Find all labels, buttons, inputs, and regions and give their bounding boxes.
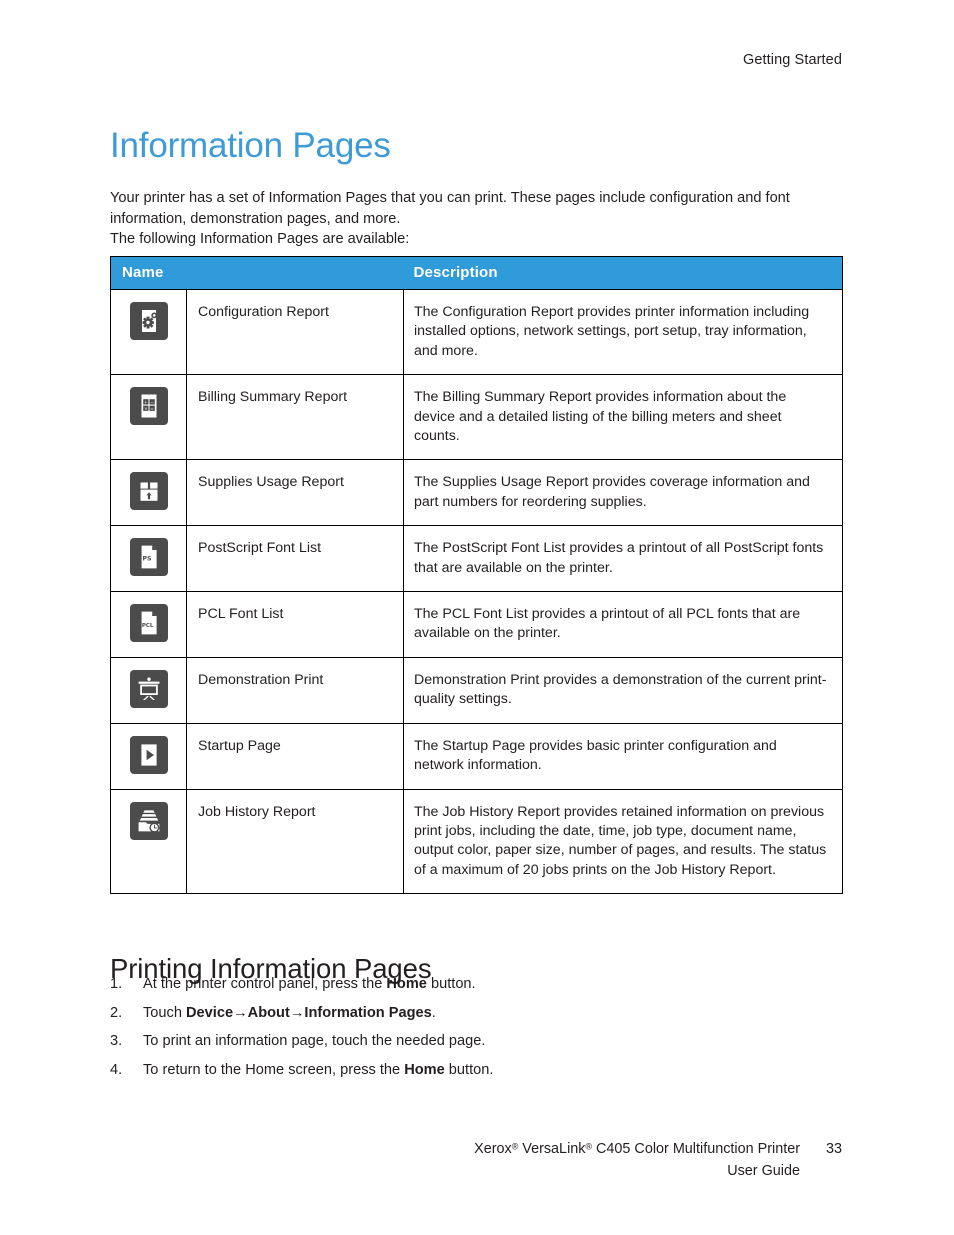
table-cell-description: The PCL Font List provides a printout of… (403, 591, 843, 658)
svg-text:PCL: PCL (141, 623, 153, 629)
table-cell-name: Demonstration Print (186, 656, 404, 724)
table-row: Supplies Usage Report The Supplies Usage … (110, 459, 843, 527)
document-page: Getting Started Information Pages Your p… (0, 0, 954, 1235)
job-history-report-icon (129, 801, 168, 840)
procedure-steps: 1. At the printer control panel, press th… (110, 975, 840, 1089)
svg-text:+: + (144, 400, 148, 406)
configuration-report-icon (129, 302, 168, 340)
table-row: Job History Report The Job History Report… (110, 788, 843, 895)
column-header-name: Name (110, 256, 404, 290)
step-text: To return to the Home screen, press the … (143, 1061, 494, 1078)
table-cell-icon: + − × = (110, 374, 187, 461)
footer-product-name: Xerox® VersaLink® C405 Color Multifuncti… (474, 1141, 800, 1157)
step-number: 4. (110, 1061, 123, 1078)
table-cell-icon (110, 459, 187, 527)
table-cell-icon: PS (110, 525, 187, 593)
intro-paragraph-2: The following Information Pages are avai… (110, 231, 410, 248)
postscript-font-list-icon: PS (129, 538, 168, 577)
table-row: PCL PCL Font List The PCL Font List provid… (110, 591, 843, 658)
table-cell-name: Billing Summary Report (186, 374, 404, 461)
table-cell-description: The Configuration Report provides printe… (403, 288, 843, 376)
table-cell-name: Supplies Usage Report (186, 459, 404, 527)
table-cell-description: Demonstration Print provides a demonstra… (403, 656, 843, 724)
step-number: 1. (110, 976, 123, 992)
table-row: PS PostScript Font List The PostScript Fon… (110, 525, 843, 593)
table-cell-name: Configuration Report (186, 288, 404, 376)
step-text: At the printer control panel, press the … (143, 976, 476, 992)
table-cell-description: The Billing Summary Report provides info… (403, 374, 843, 461)
table-header-row: Name Description (110, 256, 843, 290)
table-row: + − × = Billing Summary Report The Billing Su… (110, 374, 843, 461)
svg-text:PS: PS (142, 556, 151, 563)
page-footer: Xerox® VersaLink® C405 Color Multifuncti… (110, 1138, 842, 1182)
table-cell-icon (110, 788, 187, 895)
information-pages-table: Name Description Configuration Report The… (110, 256, 843, 895)
procedure-step: 3. To print an information page, touch th… (110, 1032, 840, 1051)
svg-text:×: × (144, 406, 148, 412)
table-row: Demonstration Print Demonstration Print p… (110, 656, 843, 724)
column-header-description: Description (403, 256, 843, 290)
procedure-step: 2. Touch Device→About→Information Pages. (110, 1004, 840, 1023)
table-cell-icon (110, 722, 187, 790)
supplies-usage-report-icon (129, 472, 168, 511)
page-number: 33 (825, 1141, 842, 1157)
step-text: To print an information page, touch the … (143, 1033, 486, 1049)
startup-page-icon (129, 735, 168, 774)
procedure-step: 4. To return to the Home screen, press th… (110, 1061, 840, 1080)
table-cell-icon (110, 288, 187, 376)
table-body: Configuration Report The Configuration Re… (110, 288, 843, 895)
running-header: Getting Started (742, 52, 842, 68)
step-number: 2. (110, 1004, 123, 1021)
demonstration-print-icon (129, 669, 168, 708)
table-cell-name: PostScript Font List (186, 525, 404, 593)
svg-text:=: = (150, 407, 154, 412)
page-title: Information Pages (110, 126, 391, 166)
pcl-font-list-icon: PCL (129, 604, 168, 643)
step-number: 3. (110, 1033, 123, 1049)
svg-text:−: − (150, 401, 154, 406)
table-row: Configuration Report The Configuration Re… (110, 288, 843, 376)
table-cell-name: Startup Page (186, 722, 404, 790)
table-cell-description: The Startup Page provides basic printer … (403, 722, 843, 790)
table-cell-description: The Supplies Usage Report provides cover… (403, 459, 843, 527)
table-cell-description: The PostScript Font List provides a prin… (403, 525, 843, 593)
step-text: Touch Device→About→Information Pages. (143, 1004, 436, 1021)
billing-summary-report-icon: + − × = (129, 387, 168, 426)
table-cell-description: The Job History Report provides retained… (403, 788, 843, 895)
table-cell-icon (110, 656, 187, 724)
table-header: Name Description (110, 256, 843, 290)
procedure-step: 1. At the printer control panel, press th… (110, 975, 840, 994)
footer-line-1: Xerox® VersaLink® C405 Color Multifuncti… (110, 1138, 842, 1160)
intro-paragraph-1: Your printer has a set of Information Pa… (110, 190, 790, 227)
table-row: Startup Page The Startup Page provides ba… (110, 722, 843, 790)
footer-guide-label: User Guide (727, 1163, 800, 1179)
table-cell-name: PCL Font List (186, 591, 404, 658)
intro-block: Your printer has a set of Information Pa… (110, 188, 845, 250)
table-cell-name: Job History Report (186, 788, 404, 895)
footer-line-2: User Guide (110, 1160, 842, 1182)
table-cell-icon: PCL (110, 591, 187, 658)
